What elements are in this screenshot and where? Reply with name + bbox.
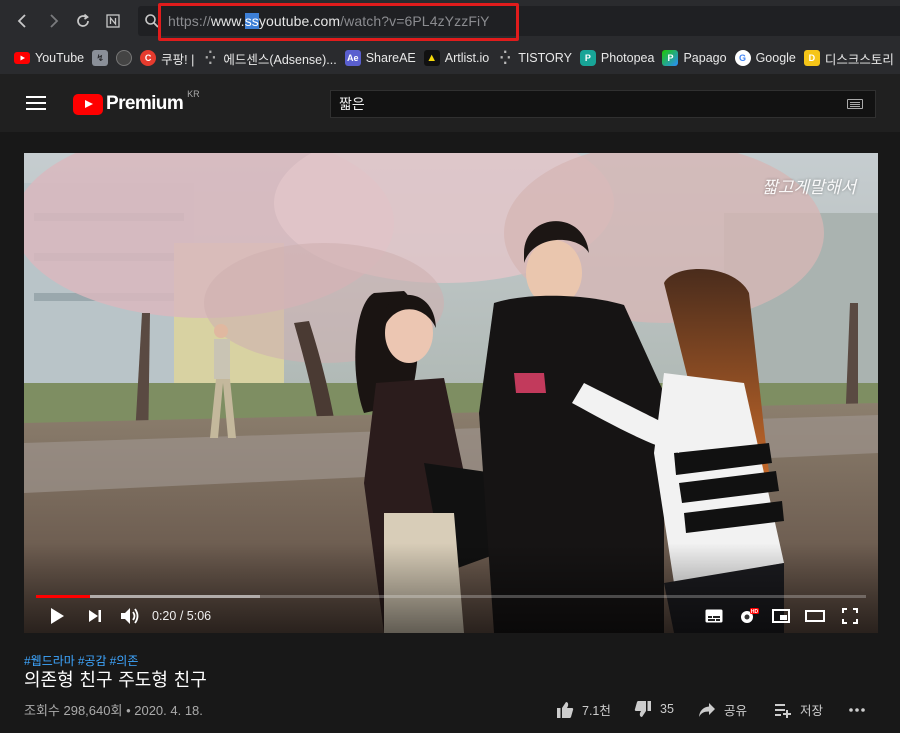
dots-icon: ⁛: [205, 51, 216, 65]
miniplayer-icon: [772, 609, 790, 623]
search-input[interactable]: [339, 93, 819, 115]
artlist-icon: ▲: [423, 50, 440, 66]
country-code: KR: [187, 89, 200, 99]
time-separator: /: [176, 609, 187, 623]
bookmark-papago[interactable]: P Papago: [662, 50, 727, 66]
browser-toolbar: https://www.ssyoutube.com/watch?v=6PL4zY…: [0, 0, 900, 42]
video-watermark: 짧고게말해서: [762, 178, 856, 198]
theater-mode-icon: [805, 610, 825, 622]
diskstory-icon: D: [803, 50, 820, 66]
youtube-logo[interactable]: Premium KR: [73, 89, 200, 115]
volume-button[interactable]: [118, 603, 142, 629]
bookmark-label: 디스크스토리: [824, 52, 894, 67]
like-count: 7.1천: [582, 704, 611, 718]
profile-bookmark-icon: [116, 50, 133, 66]
youtube-play-logo-icon: [73, 93, 103, 115]
bookmark-label: 에드센스(Adsense)...: [223, 52, 337, 67]
bookmark-label: TISTORY: [518, 51, 572, 65]
bookmark-photopea[interactable]: P Photopea: [579, 50, 655, 66]
meta-separator: •: [122, 703, 135, 718]
time-current: 0:20: [152, 609, 177, 623]
bookmark-adsense[interactable]: ⁛ 에드센스(Adsense)...: [202, 49, 337, 68]
play-button[interactable]: [46, 603, 68, 629]
forward-button[interactable]: [38, 6, 68, 36]
progress-played: [36, 595, 90, 598]
theater-mode-button[interactable]: [802, 603, 828, 629]
bookmark-artlist[interactable]: ▲ Artlist.io: [423, 50, 490, 66]
video-title: 의존형 친구 주도형 친구: [24, 670, 207, 691]
upload-date: 2020. 4. 18.: [134, 703, 203, 718]
time-display: 0:20 / 5:06: [152, 609, 211, 623]
search-box: [330, 90, 876, 118]
settings-bookmark-icon: ↯: [92, 50, 109, 66]
volume-icon: [121, 608, 139, 624]
share-icon: [699, 702, 715, 717]
papago-icon: P: [662, 50, 679, 66]
bookmark-label: Papago: [683, 51, 727, 65]
shareae-icon: Ae: [344, 50, 361, 66]
share-button[interactable]: 공유: [698, 700, 747, 719]
menu-icon[interactable]: [26, 96, 46, 110]
coupang-icon: C: [140, 50, 157, 66]
bookmark-shareae[interactable]: Ae ShareAE: [344, 50, 416, 66]
video-meta: 조회수 298,640회 • 2020. 4. 18.: [24, 700, 203, 719]
back-arrow-icon: [17, 14, 26, 28]
dislike-button[interactable]: 35: [634, 700, 674, 718]
bookmark-profile[interactable]: [116, 50, 133, 66]
gear-icon: HD: [741, 608, 759, 623]
bookmark-tistory[interactable]: ⁛ TISTORY: [497, 50, 572, 66]
next-icon: [89, 610, 101, 622]
reload-icon: [77, 13, 89, 27]
bookmark-label: Photopea: [600, 51, 655, 65]
url-highlight-box: [158, 3, 519, 41]
back-button[interactable]: [8, 6, 38, 36]
dislike-count: 35: [660, 702, 674, 716]
forward-arrow-icon: [50, 14, 59, 28]
brand-label: Premium: [106, 93, 184, 114]
bookmark-label: ShareAE: [365, 51, 416, 65]
google-icon: G: [734, 50, 751, 66]
settings-button[interactable]: HD: [736, 603, 762, 629]
bookmark-diskstory[interactable]: D 디스크스토리: [803, 49, 894, 68]
add-to-playlist-icon: [775, 703, 791, 718]
youtube-header: Premium KR: [0, 74, 900, 132]
bookmark-label: Artlist.io: [444, 51, 490, 65]
share-label: 공유: [724, 704, 748, 718]
reload-button[interactable]: [68, 6, 98, 36]
keyboard-icon[interactable]: [847, 99, 863, 109]
svg-text:HD: HD: [751, 609, 759, 615]
view-count: 조회수 298,640회: [24, 703, 123, 718]
photopea-icon: P: [579, 50, 596, 66]
more-actions-button[interactable]: [848, 700, 866, 716]
video-player[interactable]: 짧고게말해서 0:20 / 5:06 HD: [24, 153, 878, 633]
save-label: 저장: [800, 704, 824, 718]
notion-extension-button[interactable]: [98, 6, 128, 36]
next-button[interactable]: [84, 603, 106, 629]
play-icon: [51, 608, 64, 624]
miniplayer-button[interactable]: [769, 603, 793, 629]
bookmark-settings[interactable]: ↯: [92, 50, 109, 66]
time-total: 5:06: [186, 609, 212, 623]
fullscreen-button[interactable]: [838, 603, 862, 629]
notion-icon: [106, 14, 120, 28]
bookmark-youtube[interactable]: YouTube: [14, 50, 84, 66]
bookmark-coupang[interactable]: C 쿠팡! |: [140, 49, 194, 68]
subtitles-icon: [705, 609, 723, 623]
bookmark-label: 쿠팡! |: [161, 52, 195, 67]
fullscreen-icon: [842, 608, 858, 624]
more-horizontal-icon: [849, 708, 865, 712]
youtube-icon: [14, 50, 30, 66]
bookmark-label: Google: [755, 51, 796, 65]
thumbs-down-icon: [634, 701, 651, 717]
player-controls: 0:20 / 5:06 HD: [24, 603, 878, 629]
progress-bar[interactable]: [36, 595, 866, 598]
save-button[interactable]: 저장: [774, 700, 823, 719]
bookmarks-bar: YouTube ↯ C 쿠팡! | ⁛ 에드센스(Adsense)... Ae …: [0, 42, 900, 74]
bookmark-google[interactable]: G Google: [734, 50, 796, 66]
bookmark-label: YouTube: [35, 51, 85, 65]
subtitles-button[interactable]: [702, 603, 726, 629]
thumbs-up-icon: [557, 701, 574, 718]
like-button[interactable]: 7.1천: [556, 700, 611, 719]
tistory-icon: ⁛: [499, 51, 511, 65]
